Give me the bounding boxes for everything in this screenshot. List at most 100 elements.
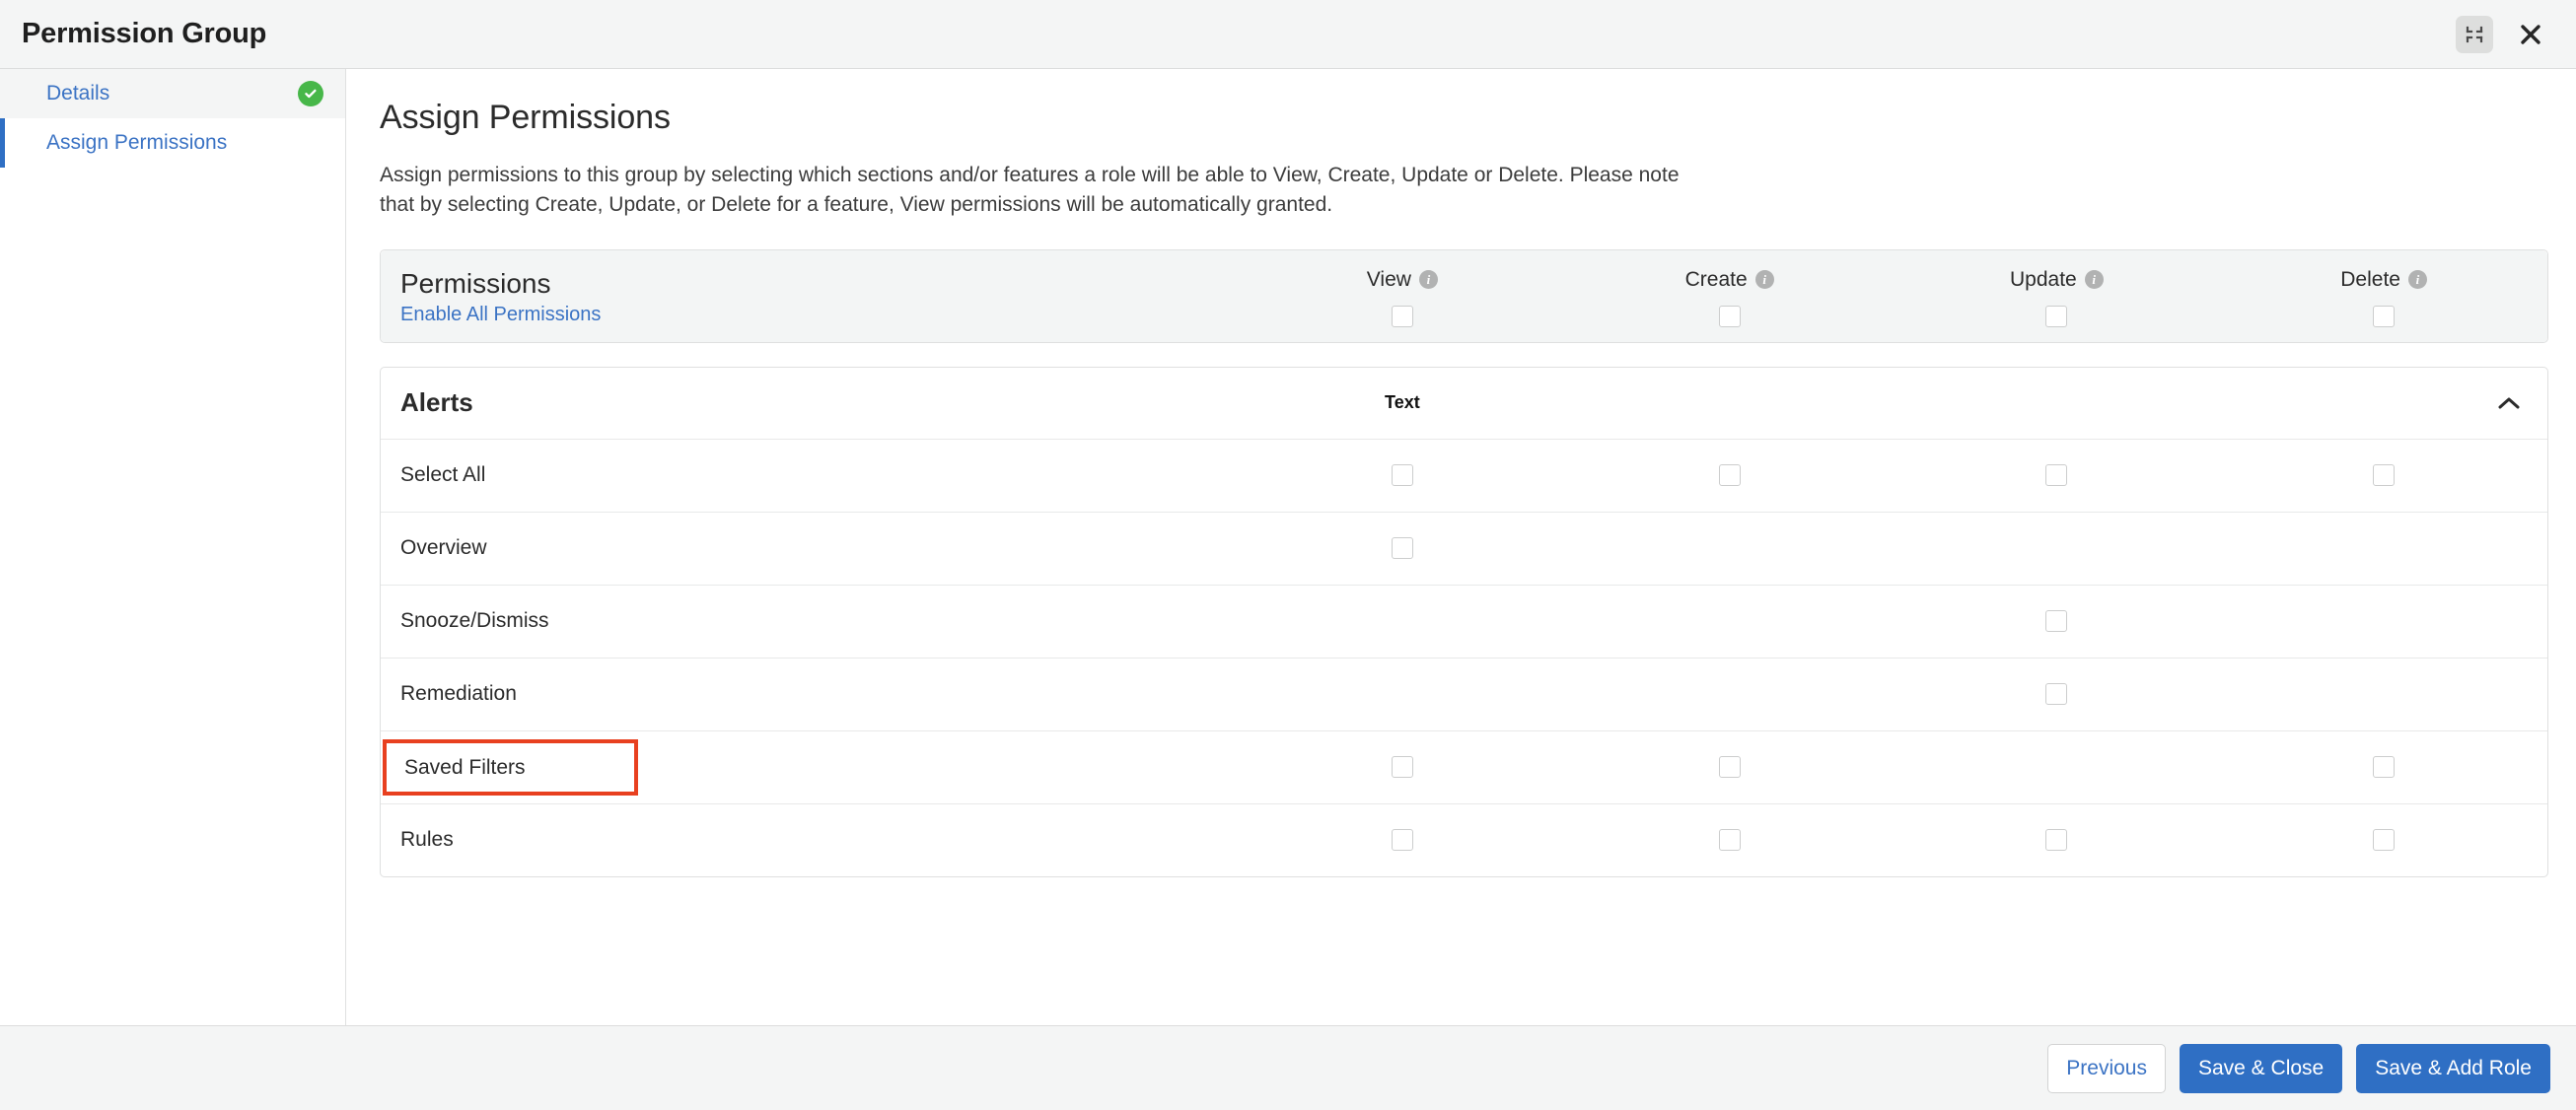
dialog-footer: Previous Save & Close Save & Add Role	[0, 1025, 2576, 1110]
cell-delete	[2220, 756, 2547, 779]
checkbox-create[interactable]	[1718, 756, 1741, 779]
cell-view	[1239, 610, 1566, 632]
cell-update	[1894, 683, 2221, 706]
column-header-view: View i	[1367, 268, 1438, 292]
info-icon[interactable]: i	[2407, 270, 2427, 290]
checkbox-create[interactable]	[1718, 464, 1741, 487]
sidebar-item-label: Assign Permissions	[46, 131, 228, 154]
permissions-card: Permissions Enable All Permissions View …	[380, 248, 2548, 343]
checkbox-delete[interactable]	[2373, 829, 2396, 852]
cell-view	[1239, 464, 1566, 487]
alerts-column-label: Text	[1385, 392, 1420, 413]
cell-update	[1894, 610, 2221, 633]
column-label: Create	[1684, 267, 1748, 291]
column-delete: Delete i	[2220, 268, 2547, 327]
permission-group-dialog: Permission Group Details Assign Permissi…	[0, 0, 2576, 1110]
chevron-up-icon[interactable]	[2494, 388, 2524, 418]
cell-update	[1894, 464, 2221, 487]
sidebar-item-label: Details	[46, 82, 110, 104]
table-row[interactable]: Saved Filters	[381, 729, 2547, 803]
permissions-header-checkbox-delete[interactable]	[2373, 305, 2396, 327]
sidebar-item-details[interactable]: Details	[0, 69, 345, 118]
row-label-text: Select All	[400, 463, 486, 487]
enable-all-permissions-link[interactable]: Enable All Permissions	[400, 304, 1239, 326]
table-row[interactable]: Select All	[381, 438, 2547, 512]
checkbox-delete[interactable]	[2373, 464, 2396, 487]
checkbox-update[interactable]	[2045, 464, 2068, 487]
permissions-card-header: Permissions Enable All Permissions View …	[381, 249, 2547, 342]
cell-create	[1566, 610, 1894, 632]
page-title: Assign Permissions	[380, 99, 671, 136]
alerts-card: Alerts Text Select All Overview Snooze/D…	[380, 366, 2548, 877]
column-header-delete: Delete i	[2340, 268, 2427, 292]
cell-view	[1239, 683, 1566, 705]
row-label-text: Overview	[400, 536, 487, 560]
info-icon[interactable]: i	[1418, 270, 1438, 290]
cell-view	[1239, 756, 1566, 779]
checkbox-update[interactable]	[2045, 610, 2068, 633]
checkbox-view[interactable]	[1391, 464, 1413, 487]
save-close-button[interactable]: Save & Close	[2179, 1043, 2343, 1093]
row-label-text: Remediation	[400, 682, 517, 706]
row-label-text: Snooze/Dismiss	[400, 609, 549, 633]
page-description: Assign permissions to this group by sele…	[380, 164, 1680, 216]
cell-update	[1894, 756, 2221, 778]
row-label-text: Saved Filters	[404, 755, 526, 779]
row-label: Rules	[381, 828, 1239, 852]
permissions-header-checkbox-update[interactable]	[2045, 305, 2068, 327]
permissions-card-title: Permissions	[400, 267, 551, 299]
checkbox-update[interactable]	[2045, 829, 2068, 852]
alerts-card-header: Alerts Text	[381, 367, 2547, 439]
checkbox-create[interactable]	[1718, 829, 1741, 852]
sidebar-item-assign-permissions[interactable]: Assign Permissions	[0, 118, 345, 168]
collapse-icon[interactable]	[2456, 15, 2493, 53]
row-label: Saved Filters	[381, 738, 1239, 796]
column-header-create: Create i	[1685, 268, 1774, 292]
titlebar-actions	[2456, 15, 2550, 54]
dialog-title: Permission Group	[22, 18, 267, 49]
permissions-header-checkbox-create[interactable]	[1718, 305, 1741, 327]
permissions-card-titleblock: Permissions Enable All Permissions	[381, 268, 1239, 326]
row-label: Select All	[381, 463, 1239, 487]
alerts-column-view: Text	[1239, 392, 1566, 413]
checkbox-update[interactable]	[2045, 683, 2068, 706]
cell-create	[1566, 756, 1894, 779]
highlight-annotation: Saved Filters	[383, 738, 638, 796]
previous-button[interactable]: Previous	[2047, 1043, 2166, 1093]
close-icon[interactable]	[2511, 15, 2550, 54]
info-icon[interactable]: i	[2084, 270, 2104, 290]
cell-delete	[2220, 829, 2547, 852]
cell-create	[1566, 464, 1894, 487]
dialog-titlebar: Permission Group	[0, 0, 2576, 69]
row-label: Snooze/Dismiss	[381, 609, 1239, 633]
column-label: Update	[2010, 267, 2077, 291]
info-icon[interactable]: i	[1754, 270, 1774, 290]
row-label-text: Rules	[400, 828, 454, 852]
wizard-sidebar: Details Assign Permissions	[0, 69, 346, 1025]
cell-view	[1239, 829, 1566, 852]
table-row[interactable]: Overview	[381, 511, 2547, 585]
cell-delete	[2220, 683, 2547, 705]
table-row[interactable]: Remediation	[381, 657, 2547, 730]
cell-create	[1566, 683, 1894, 705]
checkbox-view[interactable]	[1391, 537, 1413, 560]
column-label: View	[1366, 267, 1411, 291]
column-header-update: Update i	[2010, 268, 2104, 292]
cell-create	[1566, 829, 1894, 852]
table-row[interactable]: Rules	[381, 802, 2547, 876]
cell-delete	[2220, 537, 2547, 559]
cell-update	[1894, 537, 2221, 559]
checkbox-view[interactable]	[1391, 829, 1413, 852]
table-row[interactable]: Snooze/Dismiss	[381, 584, 2547, 658]
save-add-role-button[interactable]: Save & Add Role	[2356, 1043, 2550, 1093]
checkbox-view[interactable]	[1391, 756, 1413, 779]
column-create: Create i	[1566, 268, 1894, 327]
row-label: Remediation	[381, 682, 1239, 706]
checkbox-delete[interactable]	[2373, 756, 2396, 779]
cell-update	[1894, 829, 2221, 852]
alerts-card-titleblock: Alerts	[381, 387, 1239, 418]
column-label: Delete	[2340, 267, 2400, 291]
column-update: Update i	[1894, 268, 2221, 327]
permissions-header-checkbox-view[interactable]	[1391, 305, 1413, 327]
alerts-card-title: Alerts	[400, 387, 473, 418]
